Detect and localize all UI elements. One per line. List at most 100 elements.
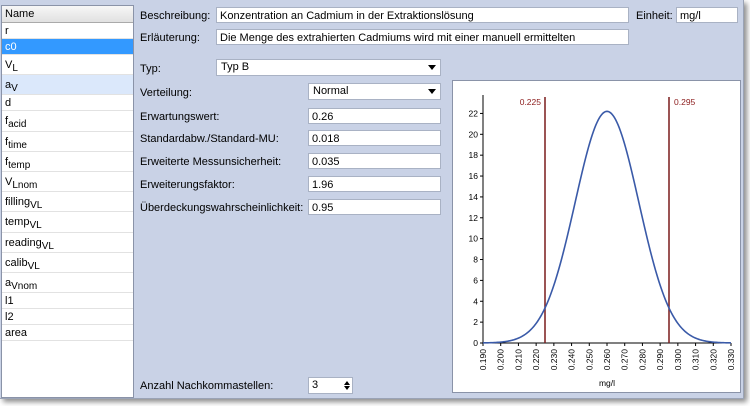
typ-select[interactable]: Typ B [216, 59, 441, 76]
y-tick-label: 16 [469, 171, 479, 181]
list-item[interactable]: tempVL [2, 212, 133, 233]
y-tick-label: 20 [469, 129, 479, 139]
x-tick-label: 0.260 [602, 349, 612, 371]
standardabw-input[interactable]: 0.018 [308, 130, 441, 146]
list-item[interactable]: readingVL [2, 233, 133, 253]
list-item[interactable]: r [2, 23, 133, 39]
list-item[interactable]: fillingVL [2, 192, 133, 213]
list-item[interactable]: area [2, 325, 133, 342]
standardabw-label: Standardabw./Standard-MU: [140, 133, 279, 145]
einheit-input[interactable]: mg/l [676, 7, 738, 23]
chevron-down-icon [428, 89, 436, 94]
list-item[interactable]: aV [2, 75, 133, 96]
nachkomma-value: 3 [312, 379, 319, 391]
list-item-subscript: time [8, 139, 27, 151]
series-line [482, 110, 732, 344]
y-tick-label: 12 [469, 213, 479, 223]
list-item-subscript: VL [29, 220, 42, 232]
verteilung-select-value: Normal [313, 85, 349, 97]
list-item-name: reading [5, 236, 42, 249]
x-axis-label: mg/l [599, 378, 615, 388]
x-tick-label: 0.290 [655, 349, 665, 371]
list-item[interactable]: calibVL [2, 253, 133, 273]
list-item-name: r [5, 25, 9, 37]
verteilung-select[interactable]: Normal [308, 83, 441, 100]
beschreibung-label: Beschreibung: [140, 10, 211, 22]
vline-label: 0.295 [674, 97, 696, 107]
x-tick-label: 0.300 [673, 349, 683, 371]
x-tick-label: 0.200 [496, 349, 506, 371]
x-tick-label: 0.230 [549, 349, 559, 371]
distribution-chart: 0 2 4 6 8 10 12 14 16 18 20 22 0.190 0.200 0.210 0.220 0… [452, 80, 741, 393]
list-item-name: filling [5, 196, 31, 209]
y-tick-label: 8 [473, 255, 478, 265]
list-item-name: l1 [5, 295, 14, 308]
x-tick-label: 0.320 [708, 349, 718, 371]
ueberdeckung-label: Überdeckungswahrscheinlichkeit: [140, 202, 304, 214]
list-item[interactable]: c0 [2, 39, 133, 55]
beschreibung-input[interactable]: Konzentration an Cadmium in der Extrakti… [216, 7, 629, 23]
erw-unsicherheit-label: Erweiterte Messunsicherheit: [140, 156, 282, 168]
x-tick-label: 0.270 [620, 349, 630, 371]
y-tick-label: 0 [473, 338, 478, 348]
list-item-subscript: VL [27, 260, 40, 272]
list-item[interactable]: d [2, 95, 133, 112]
list-item-subscript: acid [8, 119, 27, 131]
list-header-name[interactable]: Name [2, 6, 133, 23]
x-tick-label: 0.210 [513, 349, 523, 371]
chevron-down-icon [428, 65, 436, 70]
typ-select-value: Typ B [221, 61, 250, 73]
x-tick-label: 0.250 [584, 349, 594, 371]
window: Name r c0 VL aV d facid ftime ftemp VLnom filling… [0, 0, 744, 399]
x-tick-label: 0.280 [637, 349, 647, 371]
list-item-subscript: temp [8, 159, 31, 171]
list-item[interactable]: ftemp [2, 152, 133, 172]
list-items: r c0 VL aV d facid ftime ftemp VLnom fillingVL tem… [2, 23, 133, 342]
list-item[interactable]: aVnom [2, 273, 133, 294]
list-item[interactable]: VLnom [2, 172, 133, 193]
einheit-label: Einheit: [636, 10, 673, 22]
list-item-subscript: Lnom [12, 179, 38, 191]
list-item[interactable]: facid [2, 111, 133, 132]
list-item[interactable]: VL [2, 55, 133, 76]
list-item-subscript: V [11, 83, 18, 95]
list-item-subscript: VL [30, 200, 43, 212]
list-item-name: l2 [5, 311, 14, 324]
y-tick-label: 22 [469, 108, 479, 118]
x-tick-label: 0.190 [478, 349, 488, 371]
list-item-subscript: Vnom [11, 280, 38, 292]
spin-down-icon[interactable] [344, 386, 350, 390]
verteilung-label: Verteilung: [140, 87, 192, 99]
list-item-name: d [5, 97, 12, 110]
x-tick-label: 0.330 [726, 349, 736, 371]
y-tick-label: 14 [469, 192, 479, 202]
y-tick-label: 6 [473, 275, 478, 285]
erlaeuterung-label: Erläuterung: [140, 32, 200, 44]
list-item-name: temp [5, 216, 30, 229]
variable-list[interactable]: Name r c0 VL aV d facid ftime ftemp VLnom filling… [1, 5, 134, 398]
spin-up-icon[interactable] [344, 381, 350, 385]
y-tick-label: 4 [473, 296, 478, 306]
typ-label: Typ: [140, 63, 161, 75]
x-tick-label: 0.240 [567, 349, 577, 371]
ueberdeckung-input[interactable]: 0.95 [308, 199, 441, 215]
x-tick-label: 0.310 [691, 349, 701, 371]
erlaeuterung-input[interactable]: Die Menge des extrahierten Cadmiums wird… [216, 29, 629, 45]
list-item-subscript: L [12, 63, 18, 74]
list-item[interactable]: l2 [2, 309, 133, 326]
erwartungswert-input[interactable]: 0.26 [308, 108, 441, 124]
nachkomma-stepper[interactable]: 3 [308, 377, 353, 394]
y-tick-label: 2 [473, 317, 478, 327]
y-tick-label: 10 [469, 234, 479, 244]
vline-label: 0.225 [520, 97, 542, 107]
list-item-subscript: VL [41, 240, 54, 252]
list-item[interactable]: ftime [2, 132, 133, 152]
nachkomma-label: Anzahl Nachkommastellen: [140, 380, 274, 392]
list-item[interactable]: l1 [2, 293, 133, 310]
x-tick-label: 0.220 [531, 349, 541, 371]
erw-unsicherheit-input[interactable]: 0.035 [308, 153, 441, 169]
list-item-name: area [5, 327, 28, 340]
distribution-chart-svg: 0 2 4 6 8 10 12 14 16 18 20 22 0.190 0.200 0.210 0.220 0… [469, 95, 736, 388]
erw-faktor-input[interactable]: 1.96 [308, 176, 441, 192]
y-tick-label: 18 [469, 150, 479, 160]
